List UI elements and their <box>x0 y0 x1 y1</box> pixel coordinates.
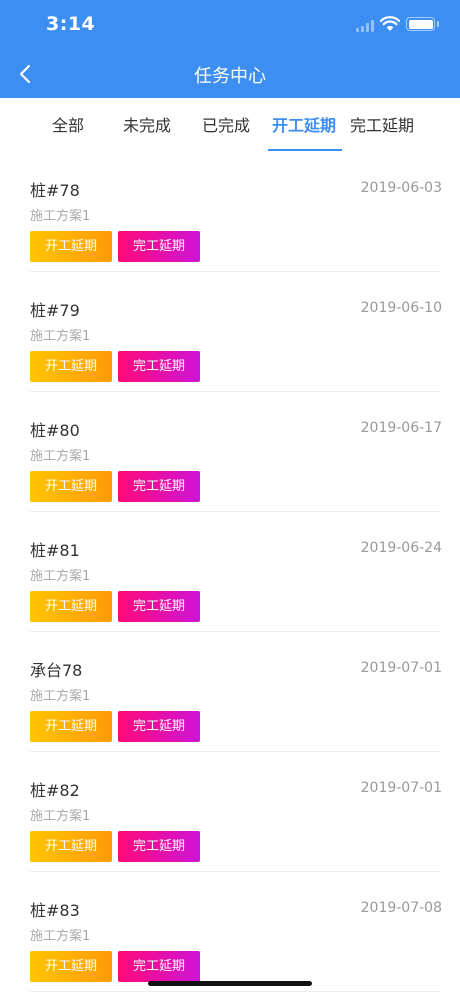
task-plan: 施工方案1 <box>30 689 91 704</box>
task-plan: 施工方案1 <box>30 209 91 224</box>
task-title: 桩#83 <box>30 901 80 920</box>
tab-bar: 全部 未完成 已完成 开工延期 完工延期 <box>0 98 460 152</box>
start-delay-tag: 开工延期 <box>30 231 112 262</box>
tab-completed[interactable]: 已完成 <box>202 112 250 136</box>
status-bar: 3:14 <box>0 0 460 50</box>
tab-incomplete[interactable]: 未完成 <box>123 112 171 136</box>
task-item[interactable]: 桩#80 2019-06-17 施工方案1 开工延期 完工延期 <box>0 392 460 512</box>
start-delay-tag: 开工延期 <box>30 711 112 742</box>
page-title: 任务中心 <box>194 66 266 87</box>
task-title: 桩#78 <box>30 181 80 200</box>
task-item[interactable]: 承台78 2019-07-01 施工方案1 开工延期 完工延期 <box>0 632 460 752</box>
task-title: 桩#81 <box>30 541 80 560</box>
task-date: 2019-06-17 <box>360 420 442 436</box>
task-item[interactable]: 桩#82 2019-07-01 施工方案1 开工延期 完工延期 <box>0 752 460 872</box>
task-plan: 施工方案1 <box>30 449 91 464</box>
task-plan: 施工方案1 <box>30 809 91 824</box>
start-delay-tag: 开工延期 <box>30 351 112 382</box>
tab-finish-delay[interactable]: 完工延期 <box>350 112 414 136</box>
task-date: 2019-06-24 <box>360 540 442 556</box>
task-date: 2019-07-08 <box>360 900 442 916</box>
task-date: 2019-06-10 <box>360 300 442 316</box>
task-date: 2019-07-01 <box>360 780 442 796</box>
status-time: 3:14 <box>46 13 96 35</box>
task-item[interactable]: 桩#83 2019-07-08 施工方案1 开工延期 完工延期 <box>0 872 460 992</box>
cellular-signal-icon <box>356 20 376 32</box>
app-screen: 3:14 任务中心 全部 未完成 已完成 开工延期 完工延期 桩#78 2019… <box>0 0 460 996</box>
finish-delay-tag: 完工延期 <box>118 711 200 742</box>
tab-all[interactable]: 全部 <box>52 112 84 136</box>
task-plan: 施工方案1 <box>30 329 91 344</box>
task-date: 2019-06-03 <box>360 180 442 196</box>
finish-delay-tag: 完工延期 <box>118 831 200 862</box>
task-title: 桩#79 <box>30 301 80 320</box>
finish-delay-tag: 完工延期 <box>118 591 200 622</box>
start-delay-tag: 开工延期 <box>30 831 112 862</box>
task-item[interactable]: 桩#81 2019-06-24 施工方案1 开工延期 完工延期 <box>0 512 460 632</box>
finish-delay-tag: 完工延期 <box>118 351 200 382</box>
home-indicator <box>148 981 312 986</box>
active-tab-indicator <box>268 149 342 151</box>
task-title: 桩#82 <box>30 781 80 800</box>
task-plan: 施工方案1 <box>30 929 91 944</box>
finish-delay-tag: 完工延期 <box>118 231 200 262</box>
task-date: 2019-07-01 <box>360 660 442 676</box>
task-list: 桩#78 2019-06-03 施工方案1 开工延期 完工延期 桩#79 201… <box>0 152 460 992</box>
divider <box>30 991 440 992</box>
start-delay-tag: 开工延期 <box>30 951 112 982</box>
battery-icon <box>406 17 435 31</box>
start-delay-tag: 开工延期 <box>30 471 112 502</box>
header: 3:14 任务中心 <box>0 0 460 98</box>
start-delay-tag: 开工延期 <box>30 591 112 622</box>
tab-start-delay[interactable]: 开工延期 <box>272 112 336 136</box>
finish-delay-tag: 完工延期 <box>118 471 200 502</box>
task-item[interactable]: 桩#78 2019-06-03 施工方案1 开工延期 完工延期 <box>0 152 460 272</box>
wifi-icon <box>380 16 400 31</box>
finish-delay-tag: 完工延期 <box>118 951 200 982</box>
nav-bar: 任务中心 <box>0 50 460 98</box>
battery-tip <box>437 21 439 27</box>
task-item[interactable]: 桩#79 2019-06-10 施工方案1 开工延期 完工延期 <box>0 272 460 392</box>
task-plan: 施工方案1 <box>30 569 91 584</box>
task-title: 桩#80 <box>30 421 80 440</box>
task-title: 承台78 <box>30 661 83 680</box>
